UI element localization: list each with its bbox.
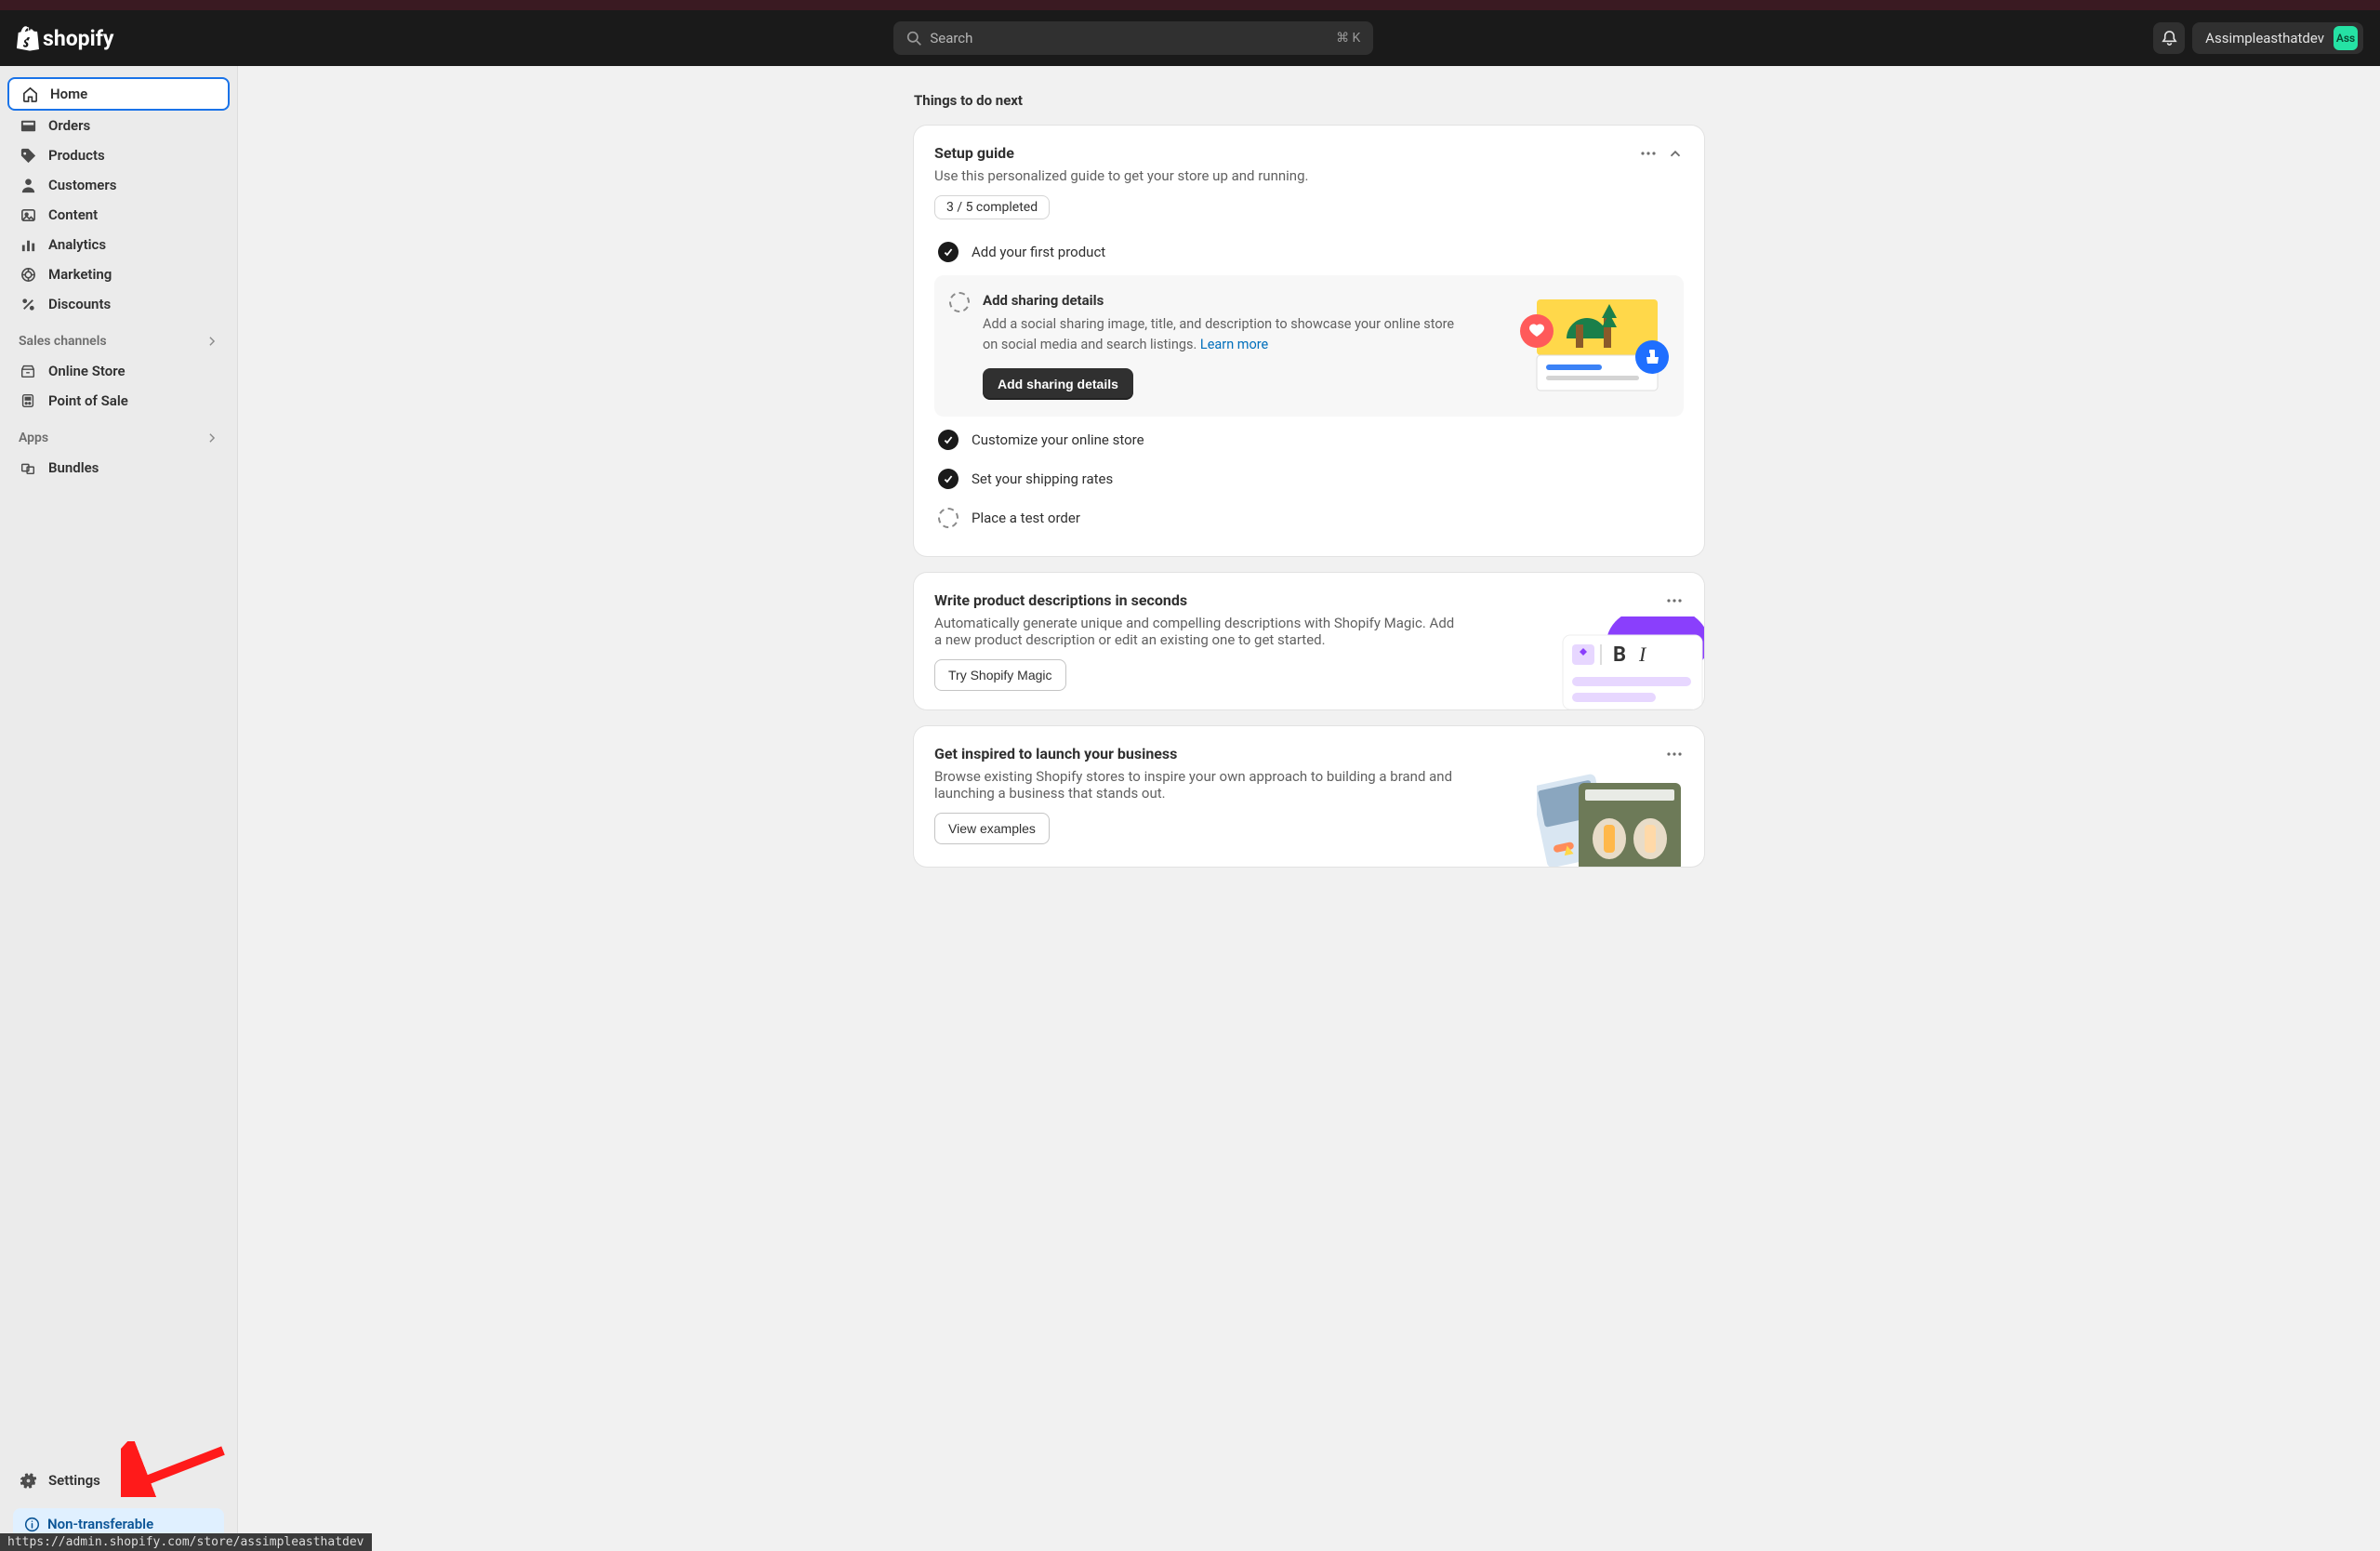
- setup-guide-title: Setup guide: [934, 144, 1308, 162]
- task-title: Add sharing details: [983, 292, 1507, 309]
- sidebar-item-discounts[interactable]: Discounts: [7, 289, 230, 319]
- setup-task[interactable]: Add your first product: [934, 232, 1684, 272]
- shopify-logo[interactable]: shopify: [17, 26, 114, 51]
- info-icon: [24, 1517, 40, 1532]
- brand-text: shopify: [43, 26, 114, 51]
- sidebar-item-content[interactable]: Content: [7, 200, 230, 230]
- sharing-illustration: [1520, 292, 1669, 392]
- notifications-button[interactable]: [2153, 22, 2185, 54]
- chevron-right-icon: [205, 431, 218, 444]
- more-actions-button[interactable]: [1665, 591, 1684, 610]
- inspire-card: Get inspired to launch your business Bro…: [914, 726, 1704, 867]
- task-title: Add your first product: [972, 244, 1105, 260]
- nav-label: Point of Sale: [48, 392, 128, 409]
- browser-chrome-bar: [0, 0, 2380, 10]
- nav-label: Analytics: [48, 236, 106, 253]
- shopify-bag-icon: [17, 26, 39, 51]
- task-status-done-icon: [938, 430, 959, 450]
- task-title: Place a test order: [972, 510, 1080, 526]
- chevron-right-icon: [205, 335, 218, 348]
- store-icon: [19, 362, 37, 380]
- nav-label: Discounts: [48, 296, 111, 312]
- setup-task-current[interactable]: Add sharing details Add a social sharing …: [934, 275, 1684, 417]
- sidebar-item-point-of-sale[interactable]: Point of Sale: [7, 386, 230, 416]
- setup-task[interactable]: Set your shipping rates: [934, 459, 1684, 498]
- page-section-title: Things to do next: [914, 92, 1704, 109]
- search-icon: [906, 31, 922, 46]
- task-status-done-icon: [938, 469, 959, 489]
- search-shortcut: ⌘ K: [1336, 31, 1360, 46]
- setup-guide-card: Setup guide Use this personalized guide …: [914, 126, 1704, 556]
- pos-icon: [19, 391, 37, 410]
- magic-title: Write product descriptions in seconds: [934, 591, 1455, 609]
- home-icon: [20, 85, 39, 103]
- sidebar-item-customers[interactable]: Customers: [7, 170, 230, 200]
- sidebar-item-orders[interactable]: Orders: [7, 111, 230, 140]
- sidebar-item-products[interactable]: Products: [7, 140, 230, 170]
- nav-label: Online Store: [48, 363, 126, 379]
- sidebar-item-home[interactable]: Home: [7, 77, 230, 111]
- nav-label: Marketing: [48, 266, 112, 283]
- task-status-pending-icon: [938, 508, 959, 528]
- inspire-illustration: [1537, 774, 1686, 867]
- person-icon: [19, 176, 37, 194]
- task-title: Customize your online store: [972, 431, 1144, 448]
- apps-header[interactable]: Apps: [7, 423, 230, 453]
- try-magic-button[interactable]: Try Shopify Magic: [934, 659, 1066, 691]
- tag-icon: [19, 146, 37, 165]
- search-placeholder: Search: [930, 30, 1336, 46]
- task-status-done-icon: [938, 242, 959, 262]
- nav-label: Bundles: [48, 459, 99, 476]
- more-actions-button[interactable]: [1665, 745, 1684, 763]
- collapse-button[interactable]: [1667, 145, 1684, 162]
- learn-more-link[interactable]: Learn more: [1200, 337, 1268, 352]
- sidebar-item-marketing[interactable]: Marketing: [7, 259, 230, 289]
- task-description: Add a social sharing image, title, and d…: [983, 314, 1466, 355]
- bell-icon: [2161, 30, 2178, 47]
- store-name: Assimpleasthatdev: [2205, 30, 2324, 46]
- task-status-pending-icon: [949, 292, 970, 312]
- inspire-title: Get inspired to launch your business: [934, 745, 1455, 762]
- sidebar-item-analytics[interactable]: Analytics: [7, 230, 230, 259]
- image-icon: [19, 205, 37, 224]
- sidebar-item-online-store[interactable]: Online Store: [7, 356, 230, 386]
- browser-status-url: https://admin.shopify.com/store/assimple…: [0, 1533, 372, 1551]
- task-title: Set your shipping rates: [972, 471, 1113, 487]
- setup-task[interactable]: Place a test order: [934, 498, 1684, 537]
- top-bar: shopify Search ⌘ K Assimpleasthatdev Ass: [0, 10, 2380, 66]
- nav-label: Customers: [48, 177, 116, 193]
- svg-text:B: B: [1613, 643, 1626, 667]
- view-examples-button[interactable]: View examples: [934, 813, 1050, 844]
- setup-guide-subtitle: Use this personalized guide to get your …: [934, 167, 1308, 184]
- nav-label: Content: [48, 206, 98, 223]
- nav-label: Products: [48, 147, 105, 164]
- store-switcher[interactable]: Assimpleasthatdev Ass: [2192, 22, 2363, 54]
- sidebar: Home Orders Products Customers Content Analyt…: [0, 66, 238, 1551]
- sidebar-item-bundles[interactable]: Bundles: [7, 453, 230, 483]
- setup-task[interactable]: Customize your online store: [934, 420, 1684, 459]
- magic-illustration: BI: [1546, 616, 1704, 709]
- settings-label: Settings: [48, 1472, 100, 1489]
- more-actions-button[interactable]: [1639, 144, 1658, 163]
- inspire-desc: Browse existing Shopify stores to inspir…: [934, 768, 1455, 802]
- inbox-icon: [19, 116, 37, 135]
- main-content: Things to do next Setup guide Use this p…: [238, 66, 2380, 1551]
- avatar: Ass: [2334, 26, 2358, 50]
- magic-card: Write product descriptions in seconds Au…: [914, 573, 1704, 709]
- setup-progress: 3 / 5 completed: [934, 195, 1050, 219]
- sales-channels-header[interactable]: Sales channels: [7, 326, 230, 356]
- percent-icon: [19, 295, 37, 313]
- bundle-icon: [19, 458, 37, 477]
- target-icon: [19, 265, 37, 284]
- nav-label: Home: [50, 86, 87, 102]
- nav-label: Orders: [48, 117, 90, 134]
- gear-icon: [19, 1471, 37, 1490]
- search-input[interactable]: Search ⌘ K: [893, 21, 1373, 55]
- bars-icon: [19, 235, 37, 254]
- magic-desc: Automatically generate unique and compel…: [934, 615, 1455, 648]
- add-sharing-details-button[interactable]: Add sharing details: [983, 368, 1133, 400]
- settings-link[interactable]: Settings: [7, 1465, 230, 1495]
